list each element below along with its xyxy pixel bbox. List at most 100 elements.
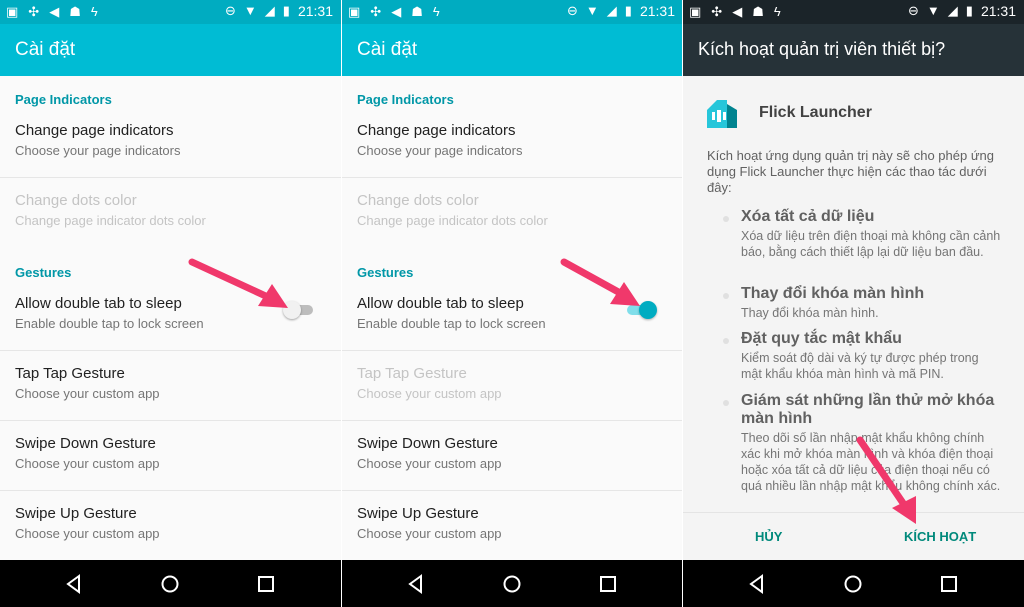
setting-summary: Choose your custom app (357, 456, 502, 471)
permission-desc: Thay đổi khóa màn hình. (741, 306, 879, 320)
battery-icon: ▮ (965, 3, 973, 18)
permission-title: Giám sát những lần thử mở khóa màn hình (741, 392, 995, 427)
home-icon[interactable] (160, 574, 180, 594)
image-icon: ▣ (689, 4, 702, 19)
recents-icon[interactable] (598, 574, 618, 594)
nav-bar (683, 560, 1024, 607)
setting-title: Swipe Up Gesture (15, 505, 137, 522)
android-icon: ☗ (411, 4, 423, 19)
flash-icon: ϟ (773, 4, 781, 19)
android-icon: ☗ (752, 4, 764, 19)
setting-double-tap-sleep[interactable]: Allow double tab to sleep Enable double … (342, 281, 683, 351)
back-icon[interactable] (406, 574, 426, 594)
image-icon: ▣ (6, 4, 19, 19)
setting-title: Swipe Down Gesture (15, 435, 156, 452)
signal-icon: ◢ (947, 3, 958, 18)
pinwheel-icon: ✣ (28, 4, 40, 19)
battery-icon: ▮ (624, 3, 632, 18)
back-icon[interactable] (64, 574, 84, 594)
dnd-icon: ⊖ (908, 3, 919, 18)
bullet-icon (723, 338, 729, 344)
dialog-body[interactable]: Flick Launcher Kích hoạt ứng dụng quản t… (683, 76, 1024, 512)
volume-icon: ◀ (732, 4, 743, 19)
category-gestures: Gestures (15, 265, 72, 280)
dialog-intro: Kích hoạt ứng dụng quản trị này sẽ cho p… (707, 148, 994, 195)
setting-title: Tap Tap Gesture (357, 365, 467, 382)
wifi-icon: ▼ (243, 3, 257, 18)
clock: 21:31 (980, 3, 1016, 19)
setting-summary: Choose your custom app (15, 386, 160, 401)
permission-password-rules: Đặt quy tắc mật khẩu Kiểm soát độ dài và… (741, 330, 1001, 382)
setting-title: Change dots color (15, 192, 137, 209)
settings-list: Page Indicators Change page indicators C… (0, 76, 341, 561)
flick-launcher-icon (707, 100, 737, 128)
dnd-icon: ⊖ (225, 3, 236, 18)
nav-bar (0, 560, 341, 607)
device-admin-dialog-screen: ▣ ✣ ◀ ☗ ϟ ⊖ ▼ ◢ ▮ 21:31 Kích hoạt quản t… (683, 0, 1024, 607)
back-icon[interactable] (747, 574, 767, 594)
clock: 21:31 (639, 3, 675, 19)
recents-icon[interactable] (256, 574, 276, 594)
wifi-icon: ▼ (585, 3, 599, 18)
home-icon[interactable] (843, 574, 863, 594)
setting-summary: Enable double tap to lock screen (357, 316, 546, 331)
setting-title: Change dots color (357, 192, 479, 209)
double-tap-toggle[interactable] (283, 301, 315, 319)
wifi-icon: ▼ (926, 3, 940, 18)
category-page-indicators: Page Indicators (15, 92, 112, 107)
setting-swipe-down-gesture[interactable]: Swipe Down Gesture Choose your custom ap… (0, 421, 341, 491)
double-tap-toggle[interactable] (625, 301, 657, 319)
activate-button[interactable]: KÍCH HOẠT (904, 529, 976, 544)
status-bar: ▣ ✣ ◀ ☗ ϟ ⊖ ▼ ◢ ▮ 21:31 (683, 0, 1024, 24)
flash-icon: ϟ (90, 4, 98, 19)
permission-title: Xóa tất cả dữ liệu (741, 208, 875, 225)
app-bar: Cài đặt (342, 24, 683, 76)
permission-change-lock: Thay đổi khóa màn hình Thay đổi khóa màn… (741, 285, 1001, 321)
status-bar: ▣ ✣ ◀ ☗ ϟ ⊖ ▼ ◢ ▮ 21:31 (342, 0, 683, 24)
nav-bar (342, 560, 683, 607)
permission-desc: Theo dõi số lần nhập mật khẩu không chín… (741, 431, 1001, 493)
signal-icon: ◢ (606, 3, 617, 18)
bullet-icon (723, 216, 729, 222)
setting-change-page-indicators[interactable]: Change page indicators Choose your page … (0, 108, 341, 178)
setting-title: Allow double tab to sleep (357, 295, 524, 312)
setting-summary: Choose your page indicators (357, 143, 523, 158)
permission-wipe-data: Xóa tất cả dữ liệu Xóa dữ liệu trên điện… (741, 208, 1001, 260)
setting-title: Swipe Up Gesture (357, 505, 479, 522)
home-icon[interactable] (502, 574, 522, 594)
permission-title: Thay đổi khóa màn hình (741, 285, 925, 302)
setting-swipe-up-gesture[interactable]: Swipe Up Gesture Choose your custom app (342, 491, 683, 561)
setting-summary: Change page indicator dots color (15, 213, 206, 228)
category-page-indicators: Page Indicators (357, 92, 454, 107)
setting-double-tap-sleep[interactable]: Allow double tab to sleep Enable double … (0, 281, 341, 351)
setting-tap-tap-gesture: Tap Tap Gesture Choose your custom app (342, 351, 683, 421)
settings-screen-before: ▣ ✣ ◀ ☗ ϟ ⊖ ▼ ◢ ▮ 21:31 Cài đặt Page Ind… (0, 0, 341, 607)
pinwheel-icon: ✣ (370, 4, 382, 19)
signal-icon: ◢ (264, 3, 275, 18)
volume-icon: ◀ (49, 4, 60, 19)
setting-swipe-down-gesture[interactable]: Swipe Down Gesture Choose your custom ap… (342, 421, 683, 491)
battery-icon: ▮ (282, 3, 290, 18)
dialog-actions: HỦY KÍCH HOẠT (683, 512, 1024, 560)
recents-icon[interactable] (939, 574, 959, 594)
android-icon: ☗ (69, 4, 81, 19)
setting-change-dots-color: Change dots color Change page indicator … (0, 178, 341, 248)
panel-divider (682, 0, 683, 607)
panel-divider (341, 0, 342, 607)
setting-change-page-indicators[interactable]: Change page indicators Choose your page … (342, 108, 683, 178)
setting-summary: Change page indicator dots color (357, 213, 548, 228)
permission-monitor-unlock: Giám sát những lần thử mở khóa màn hình … (741, 392, 1001, 494)
permission-title: Đặt quy tắc mật khẩu (741, 330, 902, 347)
permission-desc: Kiểm soát độ dài và ký tự được phép tron… (741, 351, 979, 381)
page-title: Cài đặt (15, 39, 76, 60)
setting-swipe-up-gesture[interactable]: Swipe Up Gesture Choose your custom app (0, 491, 341, 561)
cancel-button[interactable]: HỦY (755, 529, 782, 544)
setting-tap-tap-gesture[interactable]: Tap Tap Gesture Choose your custom app (0, 351, 341, 421)
setting-title: Tap Tap Gesture (15, 365, 125, 382)
setting-title: Swipe Down Gesture (357, 435, 498, 452)
setting-title: Change page indicators (15, 122, 174, 139)
setting-summary: Choose your page indicators (15, 143, 181, 158)
permission-desc: Xóa dữ liệu trên điện thoại mà không cần… (741, 229, 1001, 259)
dialog-header: Kích hoạt quản trị viên thiết bị? (683, 24, 1024, 76)
toggle-thumb (283, 301, 301, 319)
